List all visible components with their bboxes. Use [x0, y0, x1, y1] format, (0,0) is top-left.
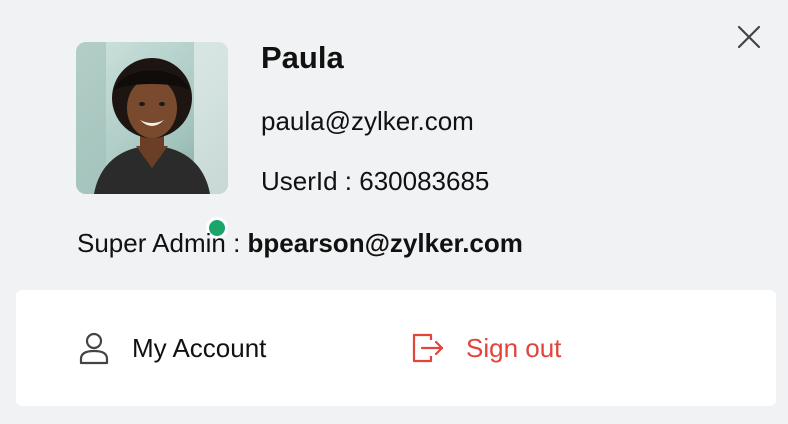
avatar-image	[76, 42, 228, 194]
sign-out-label: Sign out	[466, 333, 562, 363]
super-admin-label: Super Admin :	[77, 228, 248, 258]
actions-card: My Account Sign out	[16, 290, 776, 406]
profile-panel: Paula paula@zylker.com UserId : 63008368…	[0, 0, 788, 424]
user-name: Paula	[261, 40, 344, 75]
user-email: paula@zylker.com	[261, 106, 474, 136]
super-admin-email: bpearson@zylker.com	[247, 228, 523, 258]
close-icon	[737, 25, 761, 49]
user-id: UserId : 630083685	[261, 166, 490, 196]
my-account-button[interactable]: My Account	[76, 320, 266, 376]
my-account-label: My Account	[132, 333, 267, 363]
user-icon	[79, 332, 109, 365]
sign-out-button[interactable]: Sign out	[410, 320, 561, 376]
sign-out-icon	[412, 333, 444, 363]
super-admin-info: Super Admin : bpearson@zylker.com	[77, 226, 523, 260]
avatar	[76, 42, 228, 239]
close-button[interactable]	[734, 22, 764, 52]
